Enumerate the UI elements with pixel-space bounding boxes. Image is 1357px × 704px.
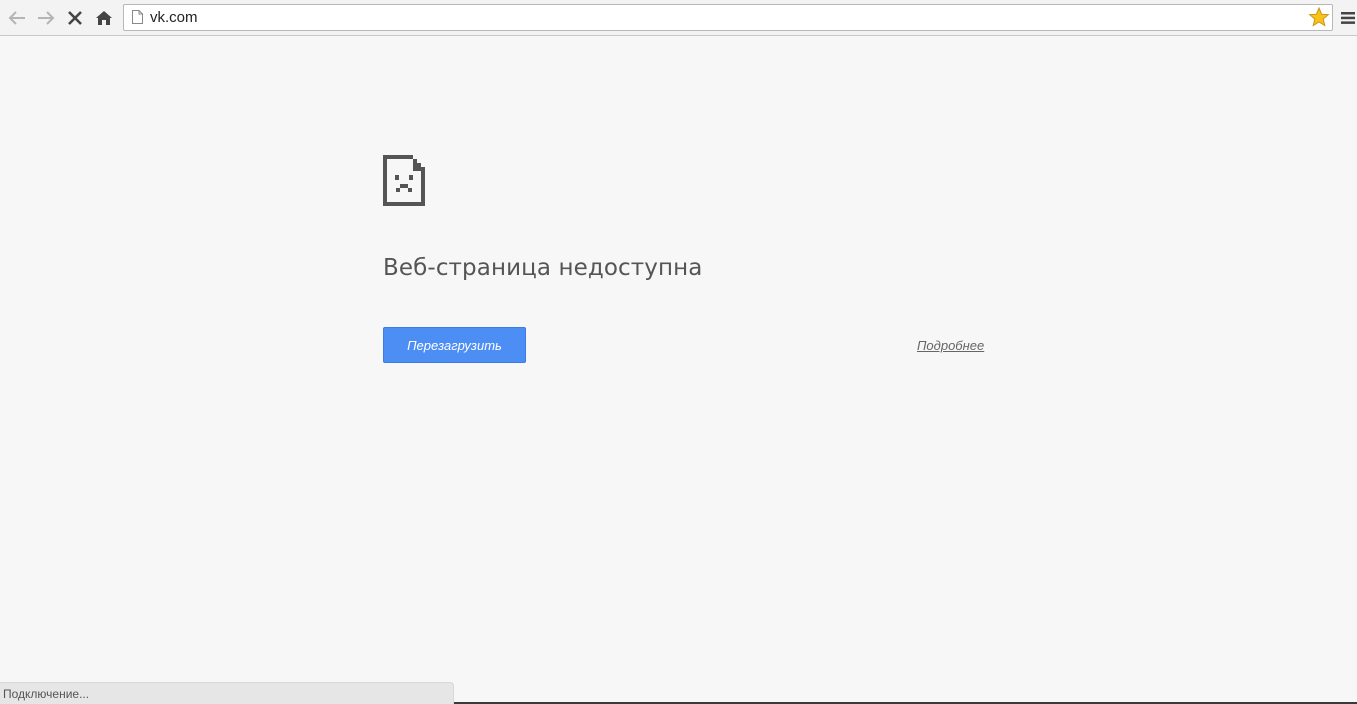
sad-page-icon bbox=[383, 155, 425, 206]
stop-button[interactable] bbox=[64, 7, 86, 29]
home-button[interactable] bbox=[93, 7, 115, 29]
browser-toolbar: vk.com bbox=[0, 0, 1357, 36]
star-icon[interactable] bbox=[1308, 6, 1330, 28]
details-link[interactable]: Подробнее bbox=[917, 338, 984, 353]
back-arrow-icon bbox=[8, 11, 25, 25]
error-title: Веб-страница недоступна bbox=[383, 255, 703, 281]
page-icon bbox=[132, 10, 143, 24]
url-text[interactable]: vk.com bbox=[150, 9, 198, 26]
status-bubble: Подключение... bbox=[0, 682, 454, 704]
forward-button[interactable] bbox=[35, 7, 57, 29]
address-bar[interactable]: vk.com bbox=[123, 4, 1333, 31]
menu-icon[interactable] bbox=[1340, 10, 1356, 26]
reload-button[interactable]: Перезагрузить bbox=[383, 327, 526, 363]
status-text: Подключение... bbox=[3, 687, 90, 701]
forward-arrow-icon bbox=[38, 11, 55, 25]
back-button[interactable] bbox=[6, 7, 28, 29]
home-icon bbox=[96, 11, 112, 25]
stop-icon bbox=[68, 11, 82, 25]
